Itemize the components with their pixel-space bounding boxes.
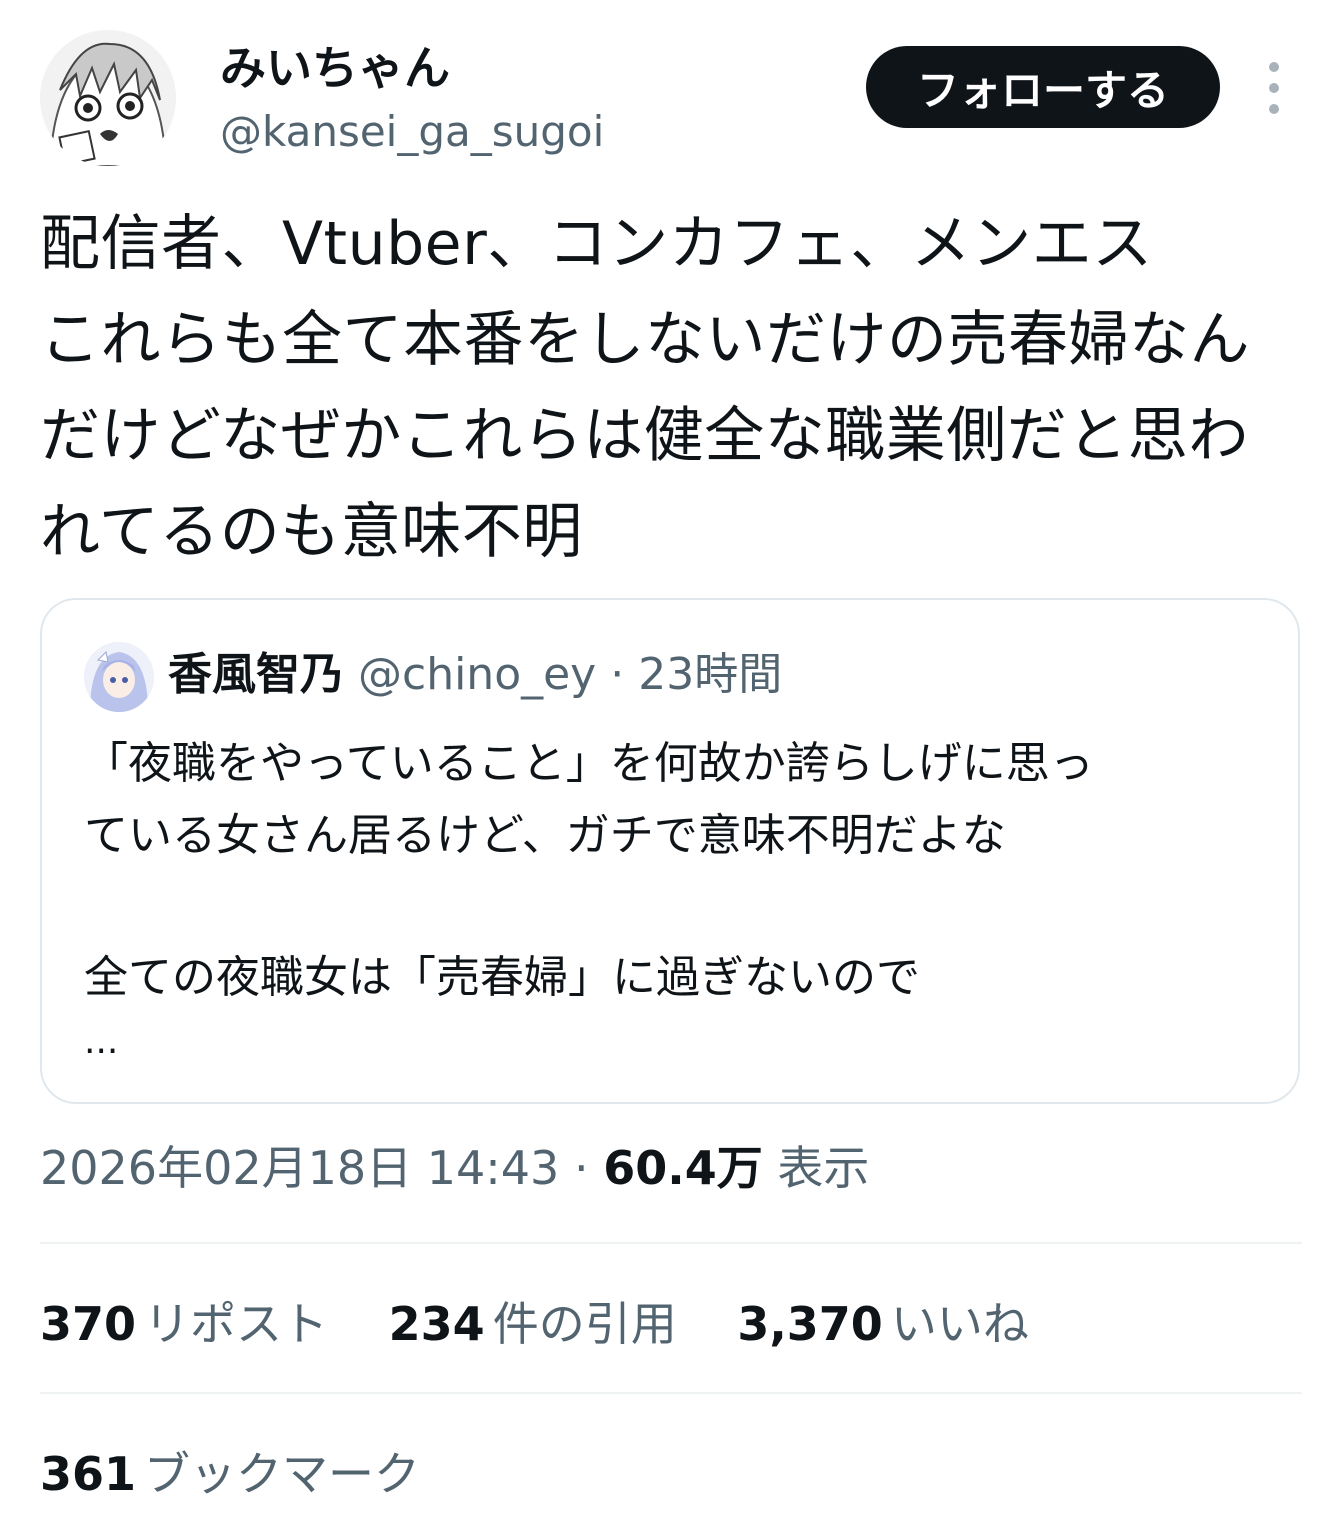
reposts-count: 370 <box>40 1297 137 1351</box>
quotes-count: 234 <box>388 1297 485 1351</box>
tweet-text: 配信者、Vtuber、コンカフェ、メンエス これらも全て本番をしないだけの売春婦… <box>40 196 1300 580</box>
quoted-author-name[interactable]: 香風智乃 <box>168 649 344 700</box>
divider <box>40 1392 1302 1394</box>
likes-count: 3,370 <box>737 1297 883 1351</box>
bookmarks-stat[interactable]: 361 ブックマーク <box>40 1442 420 1506</box>
quoted-timestamp[interactable]: 23時間 <box>638 649 782 700</box>
quoted-text-line: 全ての夜職女は「売春婦」に過ぎないので <box>84 952 920 1003</box>
quoted-tweet-text: 「夜職をやっていること」を何故か誇らしげに思っ ている女さん居るけど、ガチで意味… <box>84 728 1264 1062</box>
meta-separator: · <box>573 1141 589 1195</box>
tweet-timestamp[interactable]: 2026年02月18日 14:43 <box>40 1141 559 1195</box>
quoted-separator: · <box>610 649 625 700</box>
author-display-name[interactable]: みいちゃん <box>220 40 450 96</box>
quoted-text-line: 「夜職をやっていること」を何故か誇らしげに思っ <box>84 738 1094 789</box>
bookmarks-count: 361 <box>40 1447 137 1501</box>
quotes-stat[interactable]: 234 件の引用 <box>389 1292 677 1356</box>
bookmarks-label: ブックマーク <box>144 1447 421 1501</box>
quoted-author-header: 香風智乃 @chino_ey · 23時間 <box>168 644 782 706</box>
more-vertical-icon[interactable] <box>1254 62 1294 114</box>
quoted-text-line: ている女さん居るけど、ガチで意味不明だよな <box>84 810 1006 861</box>
tweet-text-line: だけどなぜかこれらは健全な職業側だと思わ <box>40 401 1249 471</box>
tweet-text-line: れてるのも意味不明 <box>40 497 583 567</box>
tweet-text-line: 配信者、Vtuber、コンカフェ、メンエス <box>40 209 1153 279</box>
likes-stat[interactable]: 3,370 いいね <box>737 1292 1029 1356</box>
follow-button[interactable]: フォローする <box>866 46 1220 128</box>
author-handle[interactable]: @kansei_ga_sugoi <box>220 106 604 158</box>
tweet-meta: 2026年02月18日 14:43 · 60.4万 表示 <box>40 1136 869 1200</box>
views-label: 表示 <box>777 1141 870 1195</box>
views-count: 60.4万 <box>603 1141 763 1195</box>
reposts-label: リポスト <box>144 1297 329 1351</box>
quoted-author-avatar[interactable] <box>84 642 154 712</box>
quotes-label: 件の引用 <box>492 1297 677 1351</box>
quoted-author-handle[interactable]: @chino_ey <box>358 649 596 700</box>
quoted-text-spacer <box>84 872 1264 942</box>
tweet-text-line: これらも全て本番をしないだけの売春婦なん <box>40 305 1250 375</box>
quoted-tweet-card[interactable]: 香風智乃 @chino_ey · 23時間 「夜職をやっていること」を何故か誇ら… <box>40 598 1300 1104</box>
likes-label: いいね <box>890 1297 1029 1351</box>
engagement-stats: 370 リポスト 234 件の引用 3,370 いいね <box>40 1292 1075 1356</box>
reposts-stat[interactable]: 370 リポスト <box>40 1292 328 1356</box>
quoted-text-ellipsis: ... <box>84 1021 119 1062</box>
divider <box>40 1242 1302 1244</box>
author-avatar[interactable] <box>40 30 176 166</box>
